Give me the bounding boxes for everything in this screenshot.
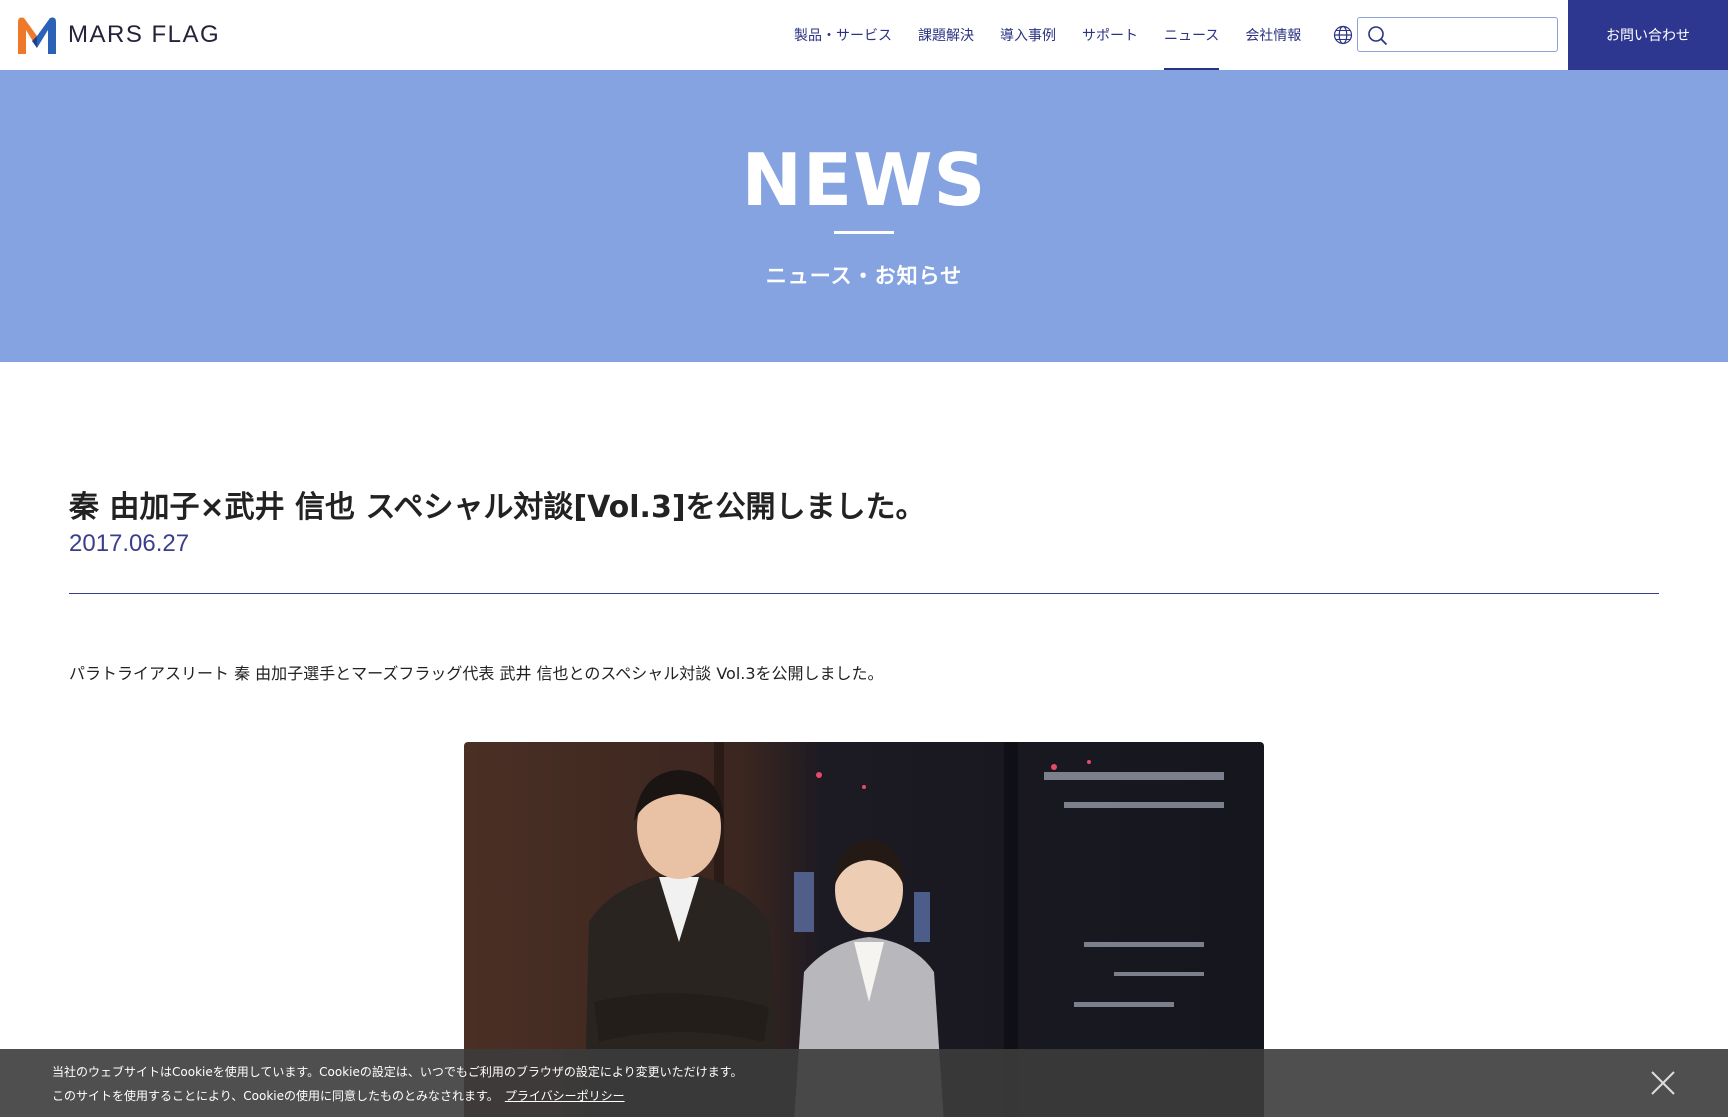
- privacy-policy-link[interactable]: プライバシーポリシー: [505, 1089, 625, 1103]
- nav-item-products[interactable]: 製品・サービス: [794, 0, 892, 70]
- mars-flag-logo-icon: [18, 17, 56, 54]
- nav-item-case-studies[interactable]: 導入事例: [1000, 0, 1056, 70]
- hero-divider: [834, 231, 894, 234]
- cookie-banner: 当社のウェブサイトはCookieを使用しています。Cookieの設定は、いつでも…: [0, 1049, 1728, 1117]
- close-icon[interactable]: [1649, 1069, 1677, 1097]
- brand-name: MARS FLAG: [68, 21, 221, 48]
- search-icon[interactable]: [1367, 25, 1388, 46]
- site-header: MARS FLAG 製品・サービス 課題解決 導入事例 サポート ニュース 会社…: [0, 0, 1728, 70]
- hero-subtitle: ニュース・お知らせ: [765, 264, 963, 288]
- search-box: [1357, 17, 1558, 52]
- hero-title: NEWS: [741, 138, 987, 222]
- article-body: パラトライアスリート 秦 由加子選手とマーズフラッグ代表 武井 信也とのスペシャ…: [69, 664, 884, 683]
- nav-item-news[interactable]: ニュース: [1164, 0, 1220, 70]
- page-hero: NEWS ニュース・お知らせ: [0, 70, 1728, 362]
- nav-item-company[interactable]: 会社情報: [1245, 0, 1301, 70]
- article-divider: [69, 593, 1659, 594]
- search-input[interactable]: [1392, 22, 1552, 48]
- cookie-notice-line-2: このサイトを使用することにより、Cookieの使用に同意したものとみなされます。…: [52, 1087, 625, 1104]
- site-logo[interactable]: MARS FLAG: [14, 14, 220, 56]
- article-title: 秦 由加子×武井 信也 スペシャル対談[Vol.3]を公開しました。: [69, 490, 926, 525]
- nav-item-solutions[interactable]: 課題解決: [918, 0, 974, 70]
- main-nav: 製品・サービス 課題解決 導入事例 サポート ニュース 会社情報: [794, 0, 1327, 70]
- nav-item-support[interactable]: サポート: [1082, 0, 1138, 70]
- globe-icon[interactable]: [1333, 25, 1353, 45]
- article-date: 2017.06.27: [69, 530, 190, 557]
- contact-button[interactable]: お問い合わせ: [1568, 0, 1728, 70]
- cookie-notice-line-1: 当社のウェブサイトはCookieを使用しています。Cookieの設定は、いつでも…: [52, 1065, 743, 1079]
- cookie-consent-text: このサイトを使用することにより、Cookieの使用に同意したものとみなされます。: [52, 1089, 499, 1103]
